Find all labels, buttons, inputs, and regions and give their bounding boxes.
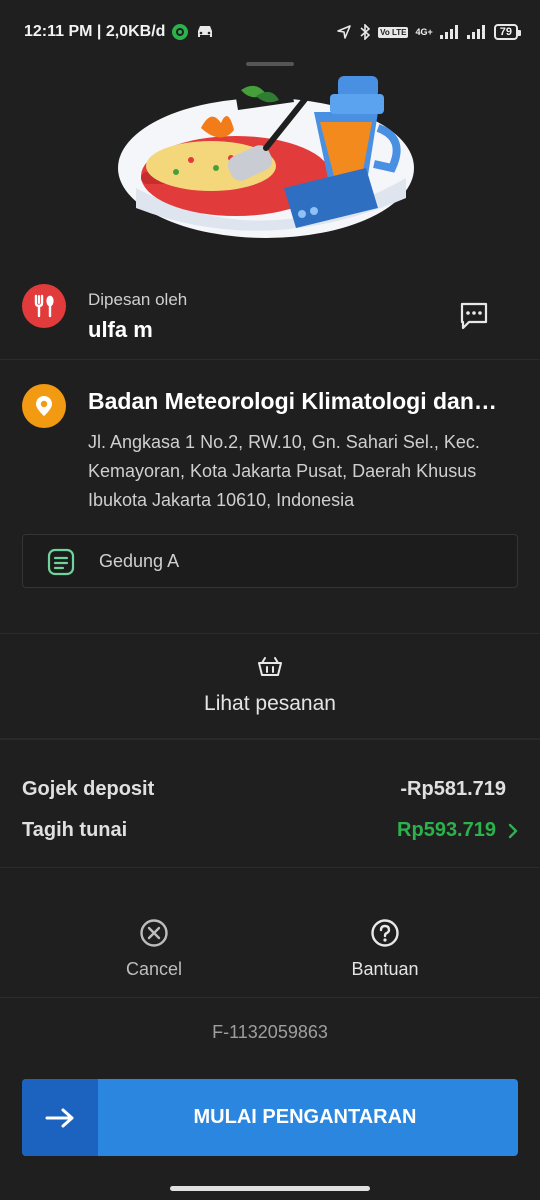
location-avatar	[22, 384, 66, 428]
signal-icon-1	[439, 25, 458, 39]
payment-value: Rp593.719	[397, 819, 496, 841]
status-right: Vo LTE 4G+ 79	[336, 24, 522, 40]
navigation-icon	[337, 25, 351, 39]
chat-bubble-icon	[460, 302, 488, 330]
chevron-right-icon	[508, 823, 518, 838]
ordered-by-section: Dipesan oleh ulfa m	[0, 262, 540, 360]
destination-address: Jl. Angkasa 1 No.2, RW.10, Gn. Sahari Se…	[88, 432, 480, 510]
bluetooth-icon	[360, 24, 371, 40]
network-type: 4G+	[415, 27, 433, 37]
delivery-note-text: Gedung A	[99, 551, 180, 571]
signal-icon-2	[466, 25, 485, 39]
basket-icon	[258, 657, 282, 676]
sheet-handle[interactable]	[246, 62, 294, 66]
order-id: F-1132059863	[212, 1022, 328, 1042]
payment-value: -Rp581.719	[400, 778, 506, 800]
chat-button[interactable]	[458, 300, 490, 332]
payment-row-deposit: Gojek deposit -Rp581.719	[22, 778, 518, 801]
food-illustration	[118, 76, 414, 238]
customer-name: ulfa m	[88, 317, 153, 342]
status-left: 12:11 PM | 2,0KB/d	[24, 23, 215, 41]
destination-section: Badan Meteorologi Klimatologi dan… Jl. A…	[0, 362, 540, 634]
view-order-label: Lihat pesanan	[204, 692, 336, 715]
battery-indicator: 79	[493, 24, 522, 40]
arrow-right-icon	[45, 1108, 74, 1127]
cta-arrow-box	[22, 1079, 98, 1156]
fork-spoon-icon	[34, 294, 54, 318]
cash-value-group: Rp593.719	[397, 819, 518, 842]
payment-row-cash[interactable]: Tagih tunai Rp593.719	[22, 819, 518, 842]
restaurant-avatar	[22, 284, 66, 328]
home-indicator[interactable]	[170, 1186, 370, 1191]
destination-title: Badan Meteorologi Klimatologi dan…	[88, 388, 497, 414]
start-delivery-button[interactable]: MULAI PENGANTARAN	[22, 1079, 518, 1156]
payment-label: Gojek deposit	[22, 778, 155, 800]
ordered-by-label: Dipesan oleh	[88, 290, 188, 309]
help-label: Bantuan	[351, 959, 419, 979]
delivery-note: Gedung A	[22, 534, 518, 588]
location-pin-icon	[36, 396, 52, 416]
help-button[interactable]: Bantuan	[315, 918, 455, 980]
start-delivery-label: MULAI PENGANTARAN	[193, 1106, 417, 1128]
gojek-status-icon	[172, 24, 189, 40]
view-order-button[interactable]: Lihat pesanan	[0, 634, 540, 740]
cancel-label: Cancel	[125, 959, 183, 979]
volte-badge: Vo LTE	[378, 26, 409, 38]
help-circle-icon	[371, 919, 399, 947]
cancel-button[interactable]: Cancel	[84, 918, 224, 980]
cancel-circle-icon	[140, 919, 168, 947]
car-icon	[198, 26, 213, 37]
payment-section: Gojek deposit -Rp581.719 Tagih tunai Rp5…	[0, 742, 540, 868]
status-bar: 12:11 PM | 2,0KB/d Vo LTE 4G+ 79	[0, 0, 540, 64]
note-icon	[47, 548, 75, 576]
status-time-speed: 12:11 PM | 2,0KB/d	[24, 23, 166, 40]
actions-section: Cancel Bantuan	[0, 868, 540, 998]
payment-label: Tagih tunai	[22, 819, 128, 841]
